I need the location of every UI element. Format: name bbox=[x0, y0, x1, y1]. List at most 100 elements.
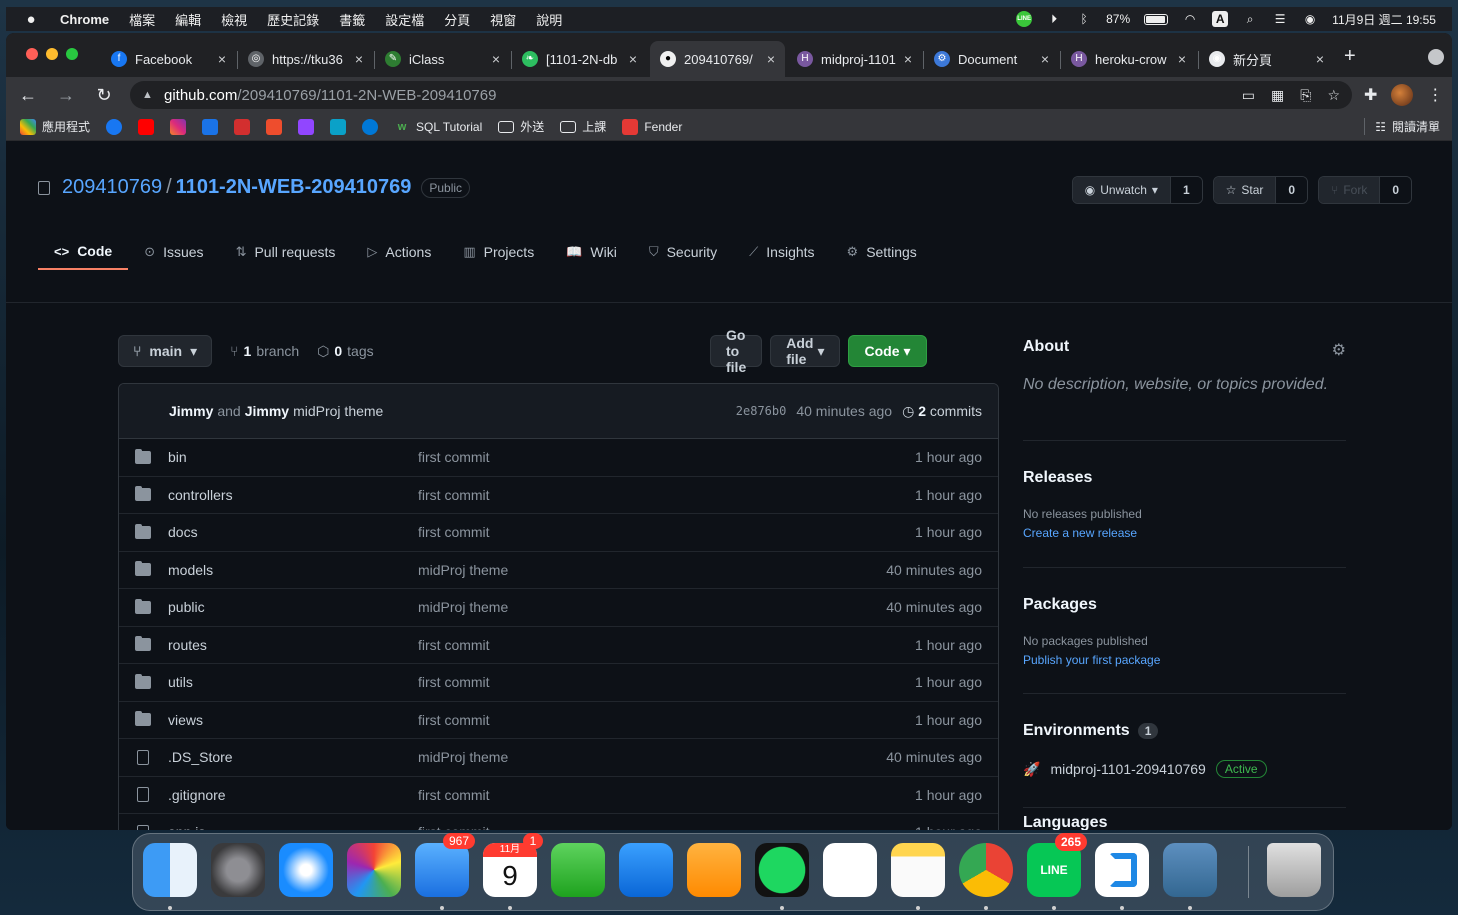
bookmark-apps[interactable]: 應用程式 bbox=[20, 118, 90, 135]
tab-settings[interactable]: ⚙ Settings bbox=[831, 234, 933, 270]
table-row[interactable]: controllers first commit 1 hour ago bbox=[119, 477, 998, 514]
line-app-icon[interactable]: LINE 265 bbox=[1027, 833, 1087, 910]
safari-icon[interactable] bbox=[279, 843, 333, 897]
tags-link[interactable]: ⬡ 0 tags bbox=[317, 343, 374, 360]
tab-projects[interactable]: ▥ Projects bbox=[447, 234, 550, 270]
create-release-link[interactable]: Create a new release bbox=[1023, 526, 1346, 540]
menubar-item-help[interactable]: 說明 bbox=[536, 10, 562, 29]
siri-icon[interactable]: ◉ bbox=[1302, 11, 1318, 27]
browser-tab[interactable]: ◉ 新分頁 × bbox=[1199, 41, 1334, 77]
tab-code[interactable]: <> Code bbox=[38, 234, 129, 270]
close-tab-icon[interactable]: × bbox=[1316, 51, 1324, 67]
go-to-file-button[interactable]: Go to file bbox=[710, 327, 763, 375]
twitch-bookmark-icon[interactable] bbox=[298, 118, 315, 135]
commits-history-link[interactable]: ◷ 2 commits bbox=[902, 403, 982, 420]
file-name-link[interactable]: .DS_Store bbox=[168, 749, 418, 765]
code-button[interactable]: Code ▾ bbox=[848, 335, 927, 367]
close-tab-icon[interactable]: × bbox=[1041, 51, 1049, 67]
add-file-button[interactable]: Add file ▾ bbox=[770, 335, 841, 367]
gear-icon[interactable]: ⚙ bbox=[1332, 340, 1346, 360]
releases-title[interactable]: Releases bbox=[1023, 469, 1346, 487]
tab-search-icon[interactable] bbox=[1428, 49, 1444, 65]
close-tab-icon[interactable]: × bbox=[904, 51, 912, 67]
control-center-icon[interactable]: ☰ bbox=[1272, 11, 1288, 27]
close-tab-icon[interactable]: × bbox=[767, 51, 775, 67]
menubar-app-name[interactable]: Chrome bbox=[60, 12, 109, 27]
close-tab-icon[interactable]: × bbox=[629, 51, 637, 67]
reminders-icon[interactable] bbox=[823, 843, 877, 897]
file-name-link[interactable]: models bbox=[168, 562, 418, 578]
close-tab-icon[interactable]: × bbox=[355, 51, 363, 67]
input-method-icon[interactable]: A bbox=[1212, 11, 1229, 27]
shopee-bookmark-icon[interactable] bbox=[266, 118, 283, 135]
branches-link[interactable]: ⑂ 1 branch bbox=[230, 343, 299, 359]
apple-menu-icon[interactable]: ● bbox=[16, 11, 46, 28]
table-row[interactable]: .DS_Store midProj theme 40 minutes ago bbox=[119, 739, 998, 777]
edge-bookmark-icon[interactable] bbox=[362, 118, 379, 135]
notes-icon[interactable] bbox=[891, 843, 945, 910]
menubar-item-file[interactable]: 檔案 bbox=[129, 10, 155, 29]
menubar-item-history[interactable]: 歷史記錄 bbox=[267, 10, 319, 29]
repo-name-link[interactable]: 1101-2N-WEB-209410769 bbox=[176, 176, 412, 199]
browser-tab[interactable]: Hheroku-crow × bbox=[1061, 41, 1196, 77]
facebook-bookmark-icon[interactable] bbox=[106, 118, 123, 135]
environment-item[interactable]: 🚀 midproj-1101-209410769 Active bbox=[1023, 760, 1346, 778]
vscode-icon[interactable] bbox=[1095, 843, 1149, 910]
file-name-link[interactable]: public bbox=[168, 599, 418, 615]
numbers-icon[interactable] bbox=[551, 843, 605, 897]
menubar-clock[interactable]: 11月9日 週二 19:55 bbox=[1332, 11, 1436, 28]
repo-owner-link[interactable]: 209410769 bbox=[62, 176, 162, 199]
file-name-link[interactable]: bin bbox=[168, 449, 418, 465]
browser-tab[interactable]: ● 209410769/ × bbox=[650, 41, 785, 77]
chrome-dock-icon[interactable] bbox=[959, 843, 1013, 910]
table-row[interactable]: .gitignore first commit 1 hour ago bbox=[119, 777, 998, 814]
cast-icon[interactable]: ▭ bbox=[1242, 87, 1255, 104]
trash-icon[interactable] bbox=[1267, 843, 1321, 897]
spotify-icon[interactable] bbox=[755, 843, 809, 910]
file-commit-message[interactable]: midProj theme bbox=[418, 749, 886, 765]
browser-tab[interactable]: Hmidproj-1101 × bbox=[787, 41, 922, 77]
bookmark-folder-delivery[interactable]: 外送 bbox=[498, 118, 544, 135]
chrome-menu-icon[interactable]: ⋮ bbox=[1427, 85, 1443, 105]
pages-icon[interactable] bbox=[687, 843, 741, 897]
commit-coauthor[interactable]: Jimmy bbox=[245, 403, 289, 419]
table-row[interactable]: app.jsfirst commit1 hour ago bbox=[119, 814, 998, 830]
browser-tab[interactable]: ◎ https://tku36 × bbox=[238, 41, 373, 77]
address-bar[interactable]: ▲ github.com/209410769/1101-2N-WEB-20941… bbox=[130, 81, 1352, 109]
file-name-link[interactable]: .gitignore bbox=[168, 787, 418, 803]
spotlight-search-icon[interactable]: ⌕ bbox=[1242, 11, 1258, 27]
mail-icon[interactable]: 967 bbox=[415, 833, 475, 910]
file-name-link[interactable]: routes bbox=[168, 637, 418, 653]
tab-insights[interactable]: ⟋ Insights bbox=[733, 234, 830, 270]
file-name-link[interactable]: app.js bbox=[168, 824, 418, 830]
fork-button[interactable]: ⑂ Fork bbox=[1319, 177, 1380, 203]
forward-arrow-icon[interactable]: → bbox=[50, 85, 82, 106]
tab-wiki[interactable]: 📖 Wiki bbox=[550, 234, 633, 270]
table-row[interactable]: routes first commit 1 hour ago bbox=[119, 627, 998, 664]
file-name-link[interactable]: views bbox=[168, 712, 418, 728]
file-commit-message[interactable]: first commit bbox=[418, 487, 915, 503]
bookmark-fender[interactable]: Fender bbox=[622, 118, 682, 135]
star-count[interactable]: 0 bbox=[1275, 177, 1308, 203]
publish-package-link[interactable]: Publish your first package bbox=[1023, 653, 1346, 667]
branch-select-button[interactable]: ⑂ main ▾ bbox=[118, 335, 213, 367]
red-bookmark-icon[interactable] bbox=[234, 118, 251, 135]
file-commit-message[interactable]: midProj theme bbox=[418, 599, 886, 615]
browser-tab[interactable]: ⚙ Document × bbox=[924, 41, 1059, 77]
commit-message[interactable]: midProj theme bbox=[293, 403, 383, 419]
photos-icon[interactable] bbox=[347, 843, 401, 897]
tab-actions[interactable]: ▷ Actions bbox=[351, 234, 447, 270]
browser-tab[interactable]: ✎ iClass × bbox=[375, 41, 510, 77]
browser-tab[interactable]: ❧ [1101-2N-db × bbox=[512, 41, 647, 77]
menubar-item-window[interactable]: 視窗 bbox=[490, 10, 516, 29]
close-tab-icon[interactable]: × bbox=[1178, 51, 1186, 67]
file-commit-message[interactable]: first commit bbox=[418, 787, 915, 803]
zoom-window-button[interactable] bbox=[66, 48, 78, 60]
watch-count[interactable]: 1 bbox=[1169, 177, 1202, 203]
environments-heading[interactable]: Environments 1 bbox=[1023, 722, 1346, 740]
file-commit-message[interactable]: first commit bbox=[418, 449, 915, 465]
bookmark-star-icon[interactable]: ☆ bbox=[1327, 87, 1340, 104]
close-tab-icon[interactable]: × bbox=[218, 51, 226, 67]
commit-sha[interactable]: 2e876b0 bbox=[736, 404, 787, 418]
file-name-link[interactable]: controllers bbox=[168, 487, 418, 503]
